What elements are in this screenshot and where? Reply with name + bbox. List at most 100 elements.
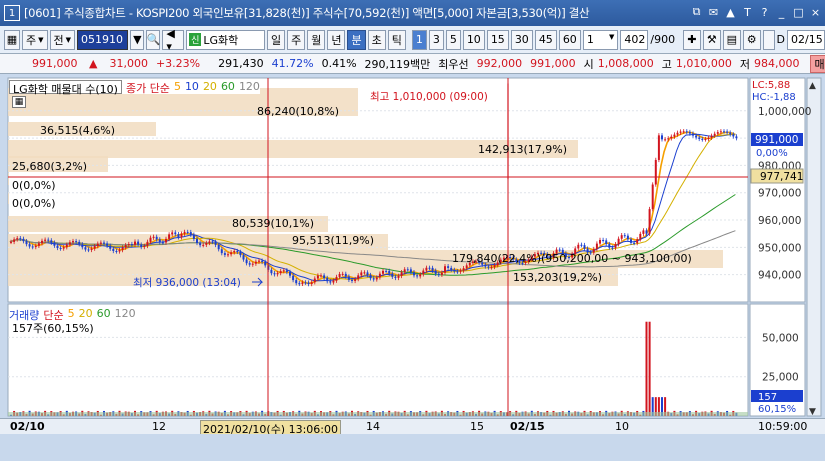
candle-body (65, 244, 68, 248)
candle-body (16, 238, 19, 240)
count-input[interactable]: 402 (620, 29, 649, 50)
help-icon[interactable]: ? (757, 4, 772, 20)
period-month[interactable]: 월 (307, 29, 326, 50)
candle-body (320, 275, 322, 277)
candle-body (648, 209, 651, 234)
font-icon[interactable]: T (740, 4, 755, 20)
pin-icon[interactable]: ▲ (723, 4, 738, 20)
stock-code-input[interactable]: 051910 (77, 29, 129, 50)
interval-5[interactable]: 5 (445, 29, 461, 50)
speaker-icon[interactable]: ◀ ▾ (162, 27, 185, 53)
candle-body (636, 239, 639, 244)
grid-icon[interactable]: ▦ (4, 29, 20, 50)
price-change: 31,000 (109, 57, 148, 70)
stock-name: LG화학 (203, 33, 239, 47)
candle-body (233, 251, 236, 253)
x-label-12: 12 (152, 420, 166, 433)
candle-body (630, 239, 632, 243)
candle-body (654, 159, 657, 185)
gear-icon[interactable]: ⚙ (742, 29, 761, 50)
candle-body (230, 252, 233, 255)
volume-ratio: 41.72% (271, 57, 314, 70)
table-icon[interactable]: ▤ (722, 29, 741, 50)
multiplier-select[interactable]: 1 ▼ (582, 29, 619, 50)
candle-body (186, 231, 189, 233)
interval-10[interactable]: 10 (462, 29, 485, 50)
candle-body (713, 133, 716, 136)
mail-icon[interactable]: ✉ (706, 4, 721, 20)
candle-body (211, 241, 214, 243)
candle-body (729, 132, 732, 135)
crosshair-icon[interactable]: ✚ (683, 29, 701, 50)
chart-area[interactable]: ▲ ▼ 1,000,000990,000980,000970,000960,00… (0, 76, 825, 461)
current-pct-label: 0,00% (756, 148, 788, 159)
candlestick-chart[interactable]: ▲ ▼ 1,000,000990,000980,000970,000960,00… (0, 76, 825, 421)
d-checkbox[interactable] (762, 29, 775, 50)
candle-body (437, 273, 440, 275)
candle-body (44, 239, 47, 241)
candle-body (248, 263, 251, 265)
x-label-0210: 02/10 (10, 420, 45, 433)
stock-legend[interactable]: LG화학 매물대 수(10) (9, 80, 122, 96)
candle-body (53, 242, 56, 246)
interval-1[interactable]: 1 (411, 29, 427, 50)
volume-profile-band (8, 173, 9, 185)
candle-body (112, 248, 115, 251)
volume-ma-band (8, 412, 748, 416)
candle-body (719, 131, 722, 133)
type-select[interactable]: 주 ▼ (22, 29, 48, 50)
interval-15[interactable]: 15 (486, 29, 509, 50)
trade-amount: 290,119백만 (364, 57, 431, 71)
candle-body (428, 267, 431, 269)
interval-60[interactable]: 60 (558, 29, 581, 50)
range-select[interactable]: 전 ▼ (49, 29, 76, 50)
candle-body (707, 137, 710, 140)
maximize-icon[interactable]: □ (791, 4, 806, 20)
candle-body (679, 131, 682, 133)
current-price: 991,000 ▲ (0, 57, 105, 70)
candle-body (282, 270, 285, 272)
minimize-icon[interactable]: _ (774, 4, 789, 20)
band-label: 0(0,0%) (12, 179, 56, 192)
ma-legend-5: 5 (173, 80, 181, 93)
volume-tick-50000: 50,000 (762, 332, 799, 344)
interval-30[interactable]: 30 (510, 29, 533, 50)
interval-3[interactable]: 3 (428, 29, 444, 50)
period-minute[interactable]: 분 (347, 29, 366, 50)
period-tick[interactable]: 틱 (387, 29, 406, 50)
candle-body (580, 244, 583, 246)
buy-button[interactable]: 매수 (809, 54, 825, 73)
stock-name-box[interactable]: 신 LG화학 (186, 29, 265, 50)
candle-body (413, 272, 415, 276)
search-icon[interactable]: 🔍 (146, 29, 161, 50)
candle-body (292, 275, 295, 281)
price-legend: LG화학 매물대 수(10) 종가 단순 5 10 20 60 120 (9, 80, 260, 96)
candle-body (639, 233, 642, 240)
candle-body (360, 272, 363, 276)
candle-body (726, 131, 729, 133)
band-label: 142,913(17,9%) (478, 143, 567, 156)
interval-45[interactable]: 45 (534, 29, 557, 50)
band-label: 179,840(22,4%)(950,200,00 ~ 943,100,00) (452, 252, 692, 265)
code-dropdown-icon[interactable]: ▼ (130, 29, 145, 50)
candle-body (329, 281, 332, 283)
link-icon[interactable]: ⧉ (689, 4, 704, 20)
high-price: 1,010,000 (675, 57, 732, 70)
tool-icon[interactable]: ⚒ (702, 29, 721, 50)
trade-volume: 291,430 (218, 57, 264, 70)
period-year[interactable]: 년 (327, 29, 346, 50)
candle-body (245, 259, 248, 264)
candle-body (453, 269, 456, 272)
period-second[interactable]: 초 (367, 29, 386, 50)
date-input[interactable]: 02/15 (787, 29, 825, 50)
calculator-icon[interactable]: ▦ (12, 96, 26, 108)
candle-body (270, 269, 273, 274)
candle-body (338, 273, 341, 277)
high-label: 고 (661, 57, 672, 71)
period-week[interactable]: 주 (287, 29, 306, 50)
candle-body (382, 270, 384, 274)
period-day[interactable]: 일 (266, 29, 286, 50)
candle-body (716, 132, 719, 134)
close-icon[interactable]: × (808, 4, 823, 20)
candle-body (165, 238, 167, 243)
